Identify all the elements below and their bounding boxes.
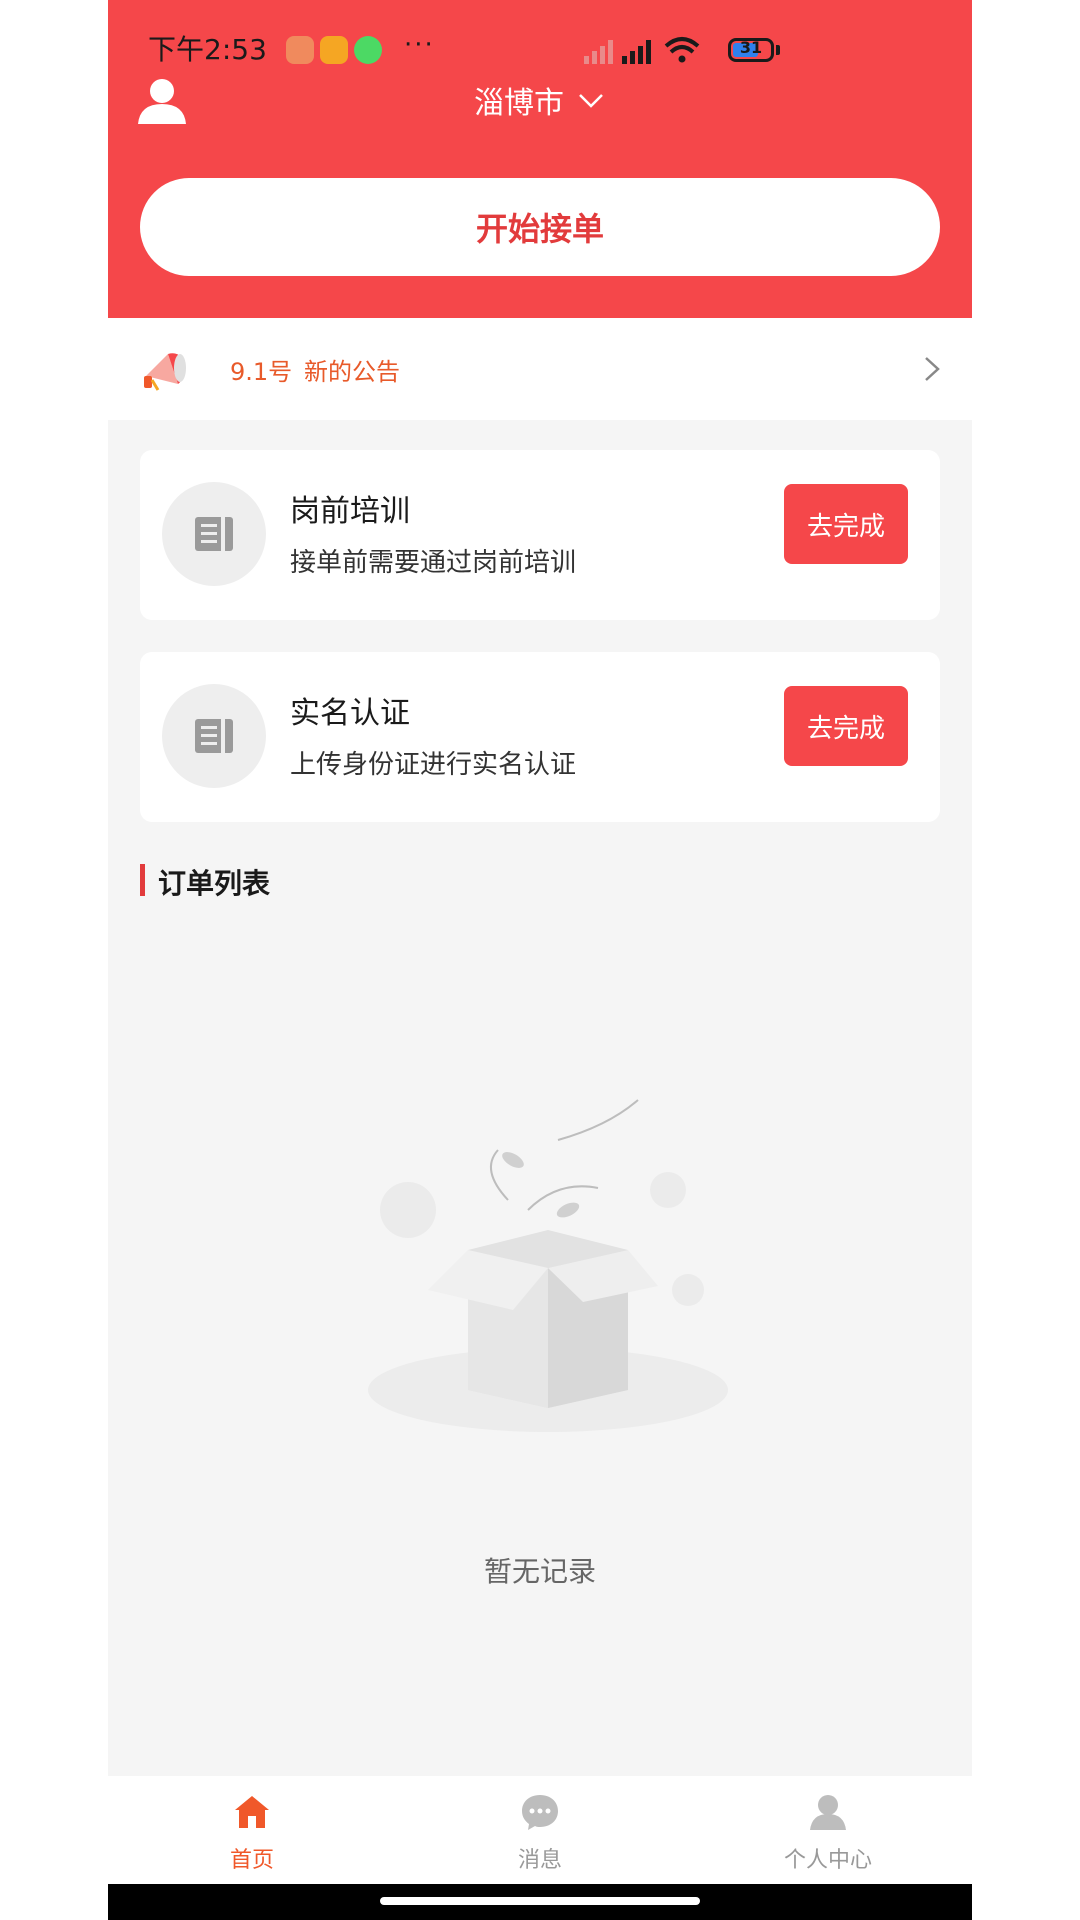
header: 下午2:53 ··· 31 淄博市 开始接单 bbox=[108, 0, 972, 318]
task-icon-circle bbox=[162, 684, 266, 788]
complete-training-button[interactable]: 去完成 bbox=[784, 484, 908, 564]
nav-tab-home[interactable]: 首页 bbox=[152, 1776, 352, 1884]
nav-tab-messages[interactable]: 消息 bbox=[440, 1776, 640, 1884]
nav-label-messages: 消息 bbox=[517, 1848, 562, 1873]
message-notification-icon bbox=[354, 36, 382, 64]
announcement-bar[interactable]: 9.1号 新的公告 bbox=[108, 318, 972, 420]
start-accepting-orders-button[interactable]: 开始接单 bbox=[140, 178, 940, 276]
home-indicator[interactable] bbox=[380, 1897, 700, 1905]
chevron-down-icon bbox=[579, 94, 603, 108]
megaphone-icon bbox=[144, 353, 186, 391]
order-list-title: 订单列表 bbox=[158, 867, 271, 900]
document-icon bbox=[195, 719, 233, 753]
task-title: 实名认证 bbox=[290, 696, 410, 731]
home-icon bbox=[235, 1796, 269, 1828]
nav-label-profile: 个人中心 bbox=[783, 1848, 872, 1873]
chevron-right-icon bbox=[925, 357, 940, 381]
task-card-verification: 实名认证 上传身份证进行实名认证 去完成 bbox=[140, 652, 940, 822]
announcement-date: 9.1号 bbox=[230, 358, 293, 386]
bottom-navigation: 首页 消息 个人中心 bbox=[108, 1776, 972, 1884]
task-title: 岗前培训 bbox=[290, 494, 410, 529]
city-name: 淄博市 bbox=[474, 86, 564, 121]
more-icon: ··· bbox=[404, 30, 435, 60]
task-description: 接单前需要通过岗前培训 bbox=[290, 548, 577, 578]
battery-icon: 31 bbox=[728, 38, 774, 62]
user-icon bbox=[810, 1795, 846, 1830]
battery-tip bbox=[776, 45, 780, 55]
signal-icon bbox=[584, 37, 700, 64]
message-icon bbox=[522, 1795, 558, 1830]
task-description: 上传身份证进行实名认证 bbox=[290, 750, 577, 780]
app-notification-icon bbox=[286, 36, 314, 64]
announcement-text: 新的公告 bbox=[304, 358, 400, 386]
document-icon bbox=[195, 517, 233, 551]
task-card-training: 岗前培训 接单前需要通过岗前培训 去完成 bbox=[140, 450, 940, 620]
empty-state-text: 暂无记录 bbox=[483, 1555, 596, 1588]
phone-screen: 下午2:53 ··· 31 淄博市 开始接单 9.1号 新的公告 岗前培训 接单… bbox=[108, 0, 972, 1920]
status-time: 下午2:53 bbox=[148, 33, 267, 66]
nav-tab-profile[interactable]: 个人中心 bbox=[728, 1776, 928, 1884]
nav-label-home: 首页 bbox=[229, 1848, 274, 1873]
empty-box-illustration bbox=[368, 1099, 728, 1432]
task-icon-circle bbox=[162, 482, 266, 586]
complete-verification-button[interactable]: 去完成 bbox=[784, 686, 908, 766]
section-accent-bar bbox=[140, 864, 145, 896]
mail-notification-icon bbox=[320, 36, 348, 64]
city-selector[interactable]: 淄博市 bbox=[108, 76, 972, 124]
battery-level: 31 bbox=[739, 38, 763, 57]
